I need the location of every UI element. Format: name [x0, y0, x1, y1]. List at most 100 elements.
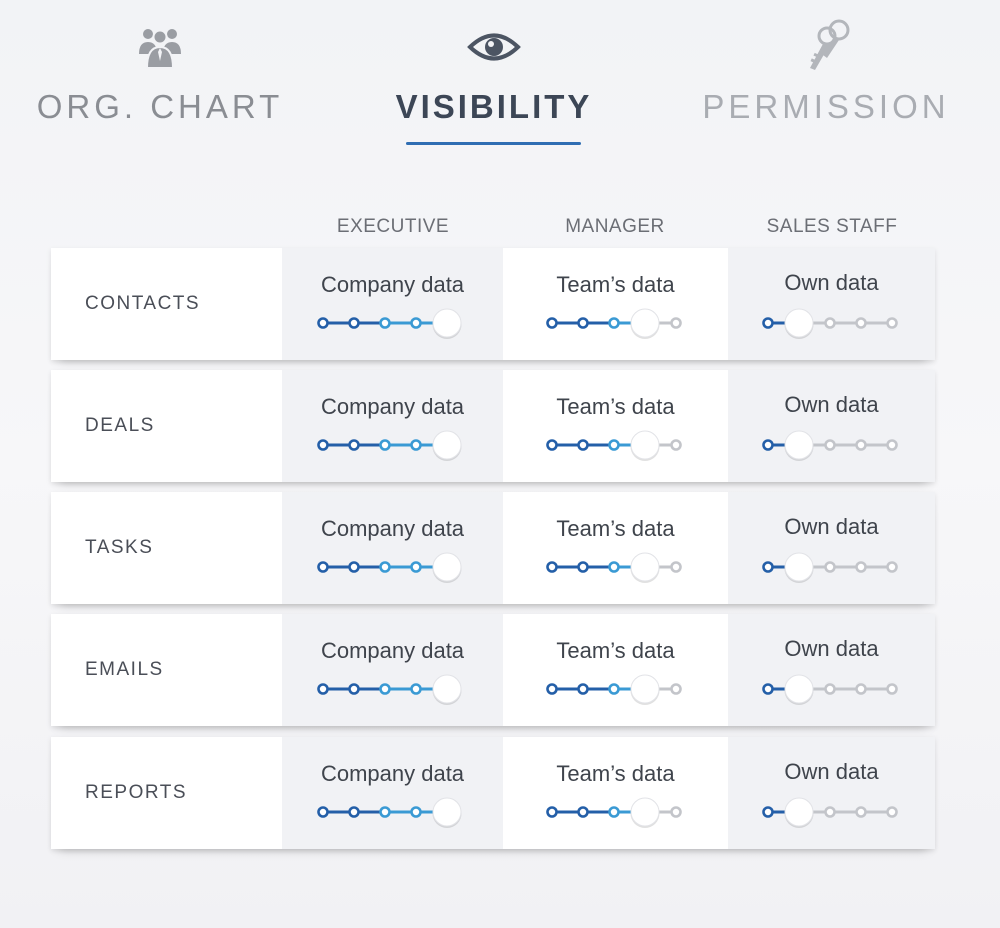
access-level-slider[interactable] — [282, 306, 503, 340]
slider-step-active[interactable] — [577, 561, 589, 573]
slider-step-active[interactable] — [608, 317, 620, 329]
access-level-slider[interactable] — [282, 550, 503, 584]
slider-step-inactive[interactable] — [855, 317, 867, 329]
slider-step-active[interactable] — [348, 683, 360, 695]
slider-step-inactive[interactable] — [855, 439, 867, 451]
access-level-slider[interactable] — [728, 428, 935, 462]
slider-step-inactive[interactable] — [670, 439, 682, 451]
slider-knob[interactable] — [630, 430, 660, 460]
slider-knob[interactable] — [784, 430, 814, 460]
access-level-label: Own data — [784, 514, 879, 539]
slider-step-active[interactable] — [762, 317, 774, 329]
slider-knob[interactable] — [630, 674, 660, 704]
slider-step-inactive[interactable] — [670, 806, 682, 818]
slider-step-inactive[interactable] — [855, 561, 867, 573]
slider-knob[interactable] — [432, 308, 462, 338]
slider-step-inactive[interactable] — [824, 439, 836, 451]
slider-step-active[interactable] — [762, 683, 774, 695]
access-level-slider[interactable] — [503, 672, 728, 706]
slider-step-active[interactable] — [317, 806, 329, 818]
slider-step-inactive[interactable] — [824, 561, 836, 573]
slider-step-active[interactable] — [577, 806, 589, 818]
slider-step-active[interactable] — [379, 317, 391, 329]
slider-step-inactive[interactable] — [855, 683, 867, 695]
access-level-slider[interactable] — [728, 550, 935, 584]
cell-sales-staff: Own data — [728, 614, 935, 726]
slider-step-active[interactable] — [379, 806, 391, 818]
slider-step-active[interactable] — [608, 561, 620, 573]
slider-step-active[interactable] — [577, 439, 589, 451]
slider-step-active[interactable] — [546, 806, 558, 818]
slider-step-active[interactable] — [410, 317, 422, 329]
table-row: REPORTS Company data Team’s data Own data — [51, 737, 935, 849]
slider-step-active[interactable] — [608, 683, 620, 695]
cell-executive: Company data — [282, 370, 503, 482]
slider-step-active[interactable] — [608, 806, 620, 818]
slider-step-inactive[interactable] — [824, 806, 836, 818]
slider-step-active[interactable] — [577, 683, 589, 695]
access-level-slider[interactable] — [282, 428, 503, 462]
slider-step-inactive[interactable] — [886, 561, 898, 573]
access-level-slider[interactable] — [728, 672, 935, 706]
slider-step-active[interactable] — [348, 439, 360, 451]
slider-step-active[interactable] — [348, 561, 360, 573]
slider-step-inactive[interactable] — [824, 317, 836, 329]
access-level-slider[interactable] — [503, 306, 728, 340]
slider-step-active[interactable] — [379, 439, 391, 451]
slider-step-active[interactable] — [546, 439, 558, 451]
slider-step-active[interactable] — [546, 317, 558, 329]
slider-step-inactive[interactable] — [670, 561, 682, 573]
slider-step-active[interactable] — [348, 806, 360, 818]
slider-knob[interactable] — [784, 552, 814, 582]
access-level-slider[interactable] — [282, 795, 503, 829]
slider-knob[interactable] — [630, 308, 660, 338]
slider-step-active[interactable] — [762, 439, 774, 451]
slider-step-active[interactable] — [410, 806, 422, 818]
tab-bar: ORG. CHART VISIBILITY PERMISSION — [0, 0, 1000, 160]
access-level-slider[interactable] — [503, 795, 728, 829]
slider-step-active[interactable] — [546, 561, 558, 573]
slider-step-active[interactable] — [379, 561, 391, 573]
slider-step-active[interactable] — [577, 317, 589, 329]
slider-knob[interactable] — [784, 308, 814, 338]
access-level-slider[interactable] — [503, 550, 728, 584]
slider-knob[interactable] — [784, 797, 814, 827]
slider-step-active[interactable] — [546, 683, 558, 695]
slider-knob[interactable] — [432, 552, 462, 582]
slider-step-active[interactable] — [608, 439, 620, 451]
slider-step-active[interactable] — [410, 683, 422, 695]
access-level-slider[interactable] — [728, 306, 935, 340]
access-level-label: Team’s data — [556, 394, 675, 419]
keys-icon — [797, 16, 855, 77]
slider-step-inactive[interactable] — [855, 806, 867, 818]
slider-step-inactive[interactable] — [886, 683, 898, 695]
access-level-slider[interactable] — [282, 672, 503, 706]
slider-step-inactive[interactable] — [670, 317, 682, 329]
slider-step-active[interactable] — [410, 439, 422, 451]
access-level-slider[interactable] — [728, 795, 935, 829]
slider-step-inactive[interactable] — [886, 439, 898, 451]
slider-step-active[interactable] — [317, 439, 329, 451]
slider-knob[interactable] — [432, 430, 462, 460]
access-level-slider[interactable] — [503, 428, 728, 462]
slider-step-active[interactable] — [762, 561, 774, 573]
slider-step-inactive[interactable] — [824, 683, 836, 695]
slider-step-inactive[interactable] — [886, 806, 898, 818]
slider-step-active[interactable] — [348, 317, 360, 329]
slider-knob[interactable] — [630, 797, 660, 827]
slider-step-inactive[interactable] — [670, 683, 682, 695]
slider-knob[interactable] — [432, 797, 462, 827]
slider-knob[interactable] — [630, 552, 660, 582]
row-label: TASKS — [85, 537, 154, 558]
slider-step-active[interactable] — [317, 561, 329, 573]
slider-step-active[interactable] — [410, 561, 422, 573]
slider-step-active[interactable] — [317, 317, 329, 329]
slider-step-active[interactable] — [379, 683, 391, 695]
column-header-manager: MANAGER — [565, 216, 665, 237]
slider-step-active[interactable] — [762, 806, 774, 818]
slider-knob[interactable] — [432, 674, 462, 704]
slider-knob[interactable] — [784, 674, 814, 704]
cell-manager: Team’s data — [503, 248, 728, 360]
slider-step-inactive[interactable] — [886, 317, 898, 329]
slider-step-active[interactable] — [317, 683, 329, 695]
